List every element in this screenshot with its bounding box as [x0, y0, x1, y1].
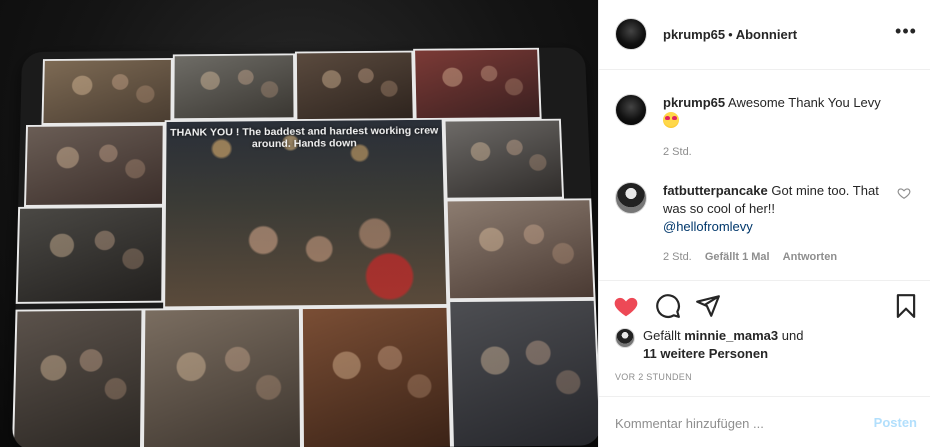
commenter-avatar[interactable]: [615, 182, 647, 214]
collage-photo: [41, 58, 173, 125]
likes-connector: und: [781, 328, 804, 343]
likes-text: Gefällt minnie_mama3 und 11 weitere Pers…: [643, 327, 913, 363]
liker-avatar[interactable]: [615, 328, 635, 348]
reply-button[interactable]: Antworten: [783, 251, 837, 263]
collage-photo: [15, 205, 164, 304]
collage-photo: [445, 198, 596, 301]
mention-link[interactable]: @hellofromlevy: [663, 219, 753, 234]
collage-photo: [172, 53, 296, 121]
follow-status-button[interactable]: Abonniert: [736, 27, 797, 42]
photo-caption: THANK YOU ! The baddest and hardest work…: [170, 125, 439, 150]
collage-photo: [141, 307, 303, 447]
bookmark-icon[interactable]: [893, 293, 919, 319]
collage-photo: [24, 123, 165, 207]
separator-dot: •: [728, 27, 733, 42]
comment-icon[interactable]: [655, 293, 681, 319]
post-header: pkrump65 • Abonniert •••: [599, 0, 930, 70]
commenter-avatar[interactable]: [615, 94, 647, 126]
post-comment-button[interactable]: Posten: [874, 415, 917, 430]
heart-eyes-emoji-icon: [663, 112, 679, 128]
heart-filled-icon[interactable]: [613, 293, 639, 319]
post-sidebar: pkrump65 • Abonniert ••• pkrump65 Awesome …: [598, 0, 930, 447]
commenter-username[interactable]: fatbutterpancake: [663, 183, 768, 198]
comment-meta: 2 Std.: [663, 146, 702, 158]
header-line: pkrump65 • Abonniert: [663, 27, 797, 42]
more-options-icon[interactable]: •••: [895, 22, 917, 44]
comment-body: Awesome Thank You Levy: [728, 95, 881, 110]
liker-username[interactable]: minnie_mama3: [684, 328, 778, 343]
add-comment-bar: Posten: [599, 396, 930, 447]
heart-outline-icon[interactable]: [897, 186, 911, 200]
collage-photo: [11, 308, 144, 447]
mousepad-collage: THANK YOU ! The baddest and hardest work…: [11, 47, 598, 447]
comment-text: pkrump65 Awesome Thank You Levy: [663, 94, 893, 130]
comment-time[interactable]: 2 Std.: [663, 251, 692, 263]
post-timestamp[interactable]: VOR 2 STUNDEN: [615, 372, 692, 382]
comment-likes-count[interactable]: Gefällt 1 Mal: [705, 251, 770, 263]
action-bar: [599, 280, 930, 330]
likes-prefix: Gefällt: [643, 328, 681, 343]
commenter-username[interactable]: pkrump65: [663, 95, 725, 110]
comment: fatbutterpancake Got mine too. That was …: [615, 182, 915, 272]
post-photo[interactable]: THANK YOU ! The baddest and hardest work…: [0, 0, 598, 447]
collage-photo: [413, 47, 542, 120]
author-avatar[interactable]: [615, 18, 647, 50]
comment-meta: 2 Std. Gefällt 1 Mal Antworten: [663, 251, 847, 263]
comment-text: fatbutterpancake Got mine too. That was …: [663, 182, 893, 236]
collage-center-photo: THANK YOU ! The baddest and hardest work…: [163, 117, 449, 309]
author-username[interactable]: pkrump65: [663, 27, 725, 42]
share-icon[interactable]: [695, 293, 721, 319]
caption-comment: pkrump65 Awesome Thank You Levy 2 Std.: [615, 94, 915, 164]
likes-others-link[interactable]: 11 weitere Personen: [643, 346, 768, 361]
comment-time[interactable]: 2 Std.: [663, 146, 692, 158]
collage-photo: [294, 50, 415, 121]
collage-photo: [443, 118, 565, 200]
collage-photo: [300, 305, 453, 447]
collage-photo: [448, 298, 598, 447]
comment-input[interactable]: [615, 412, 855, 434]
